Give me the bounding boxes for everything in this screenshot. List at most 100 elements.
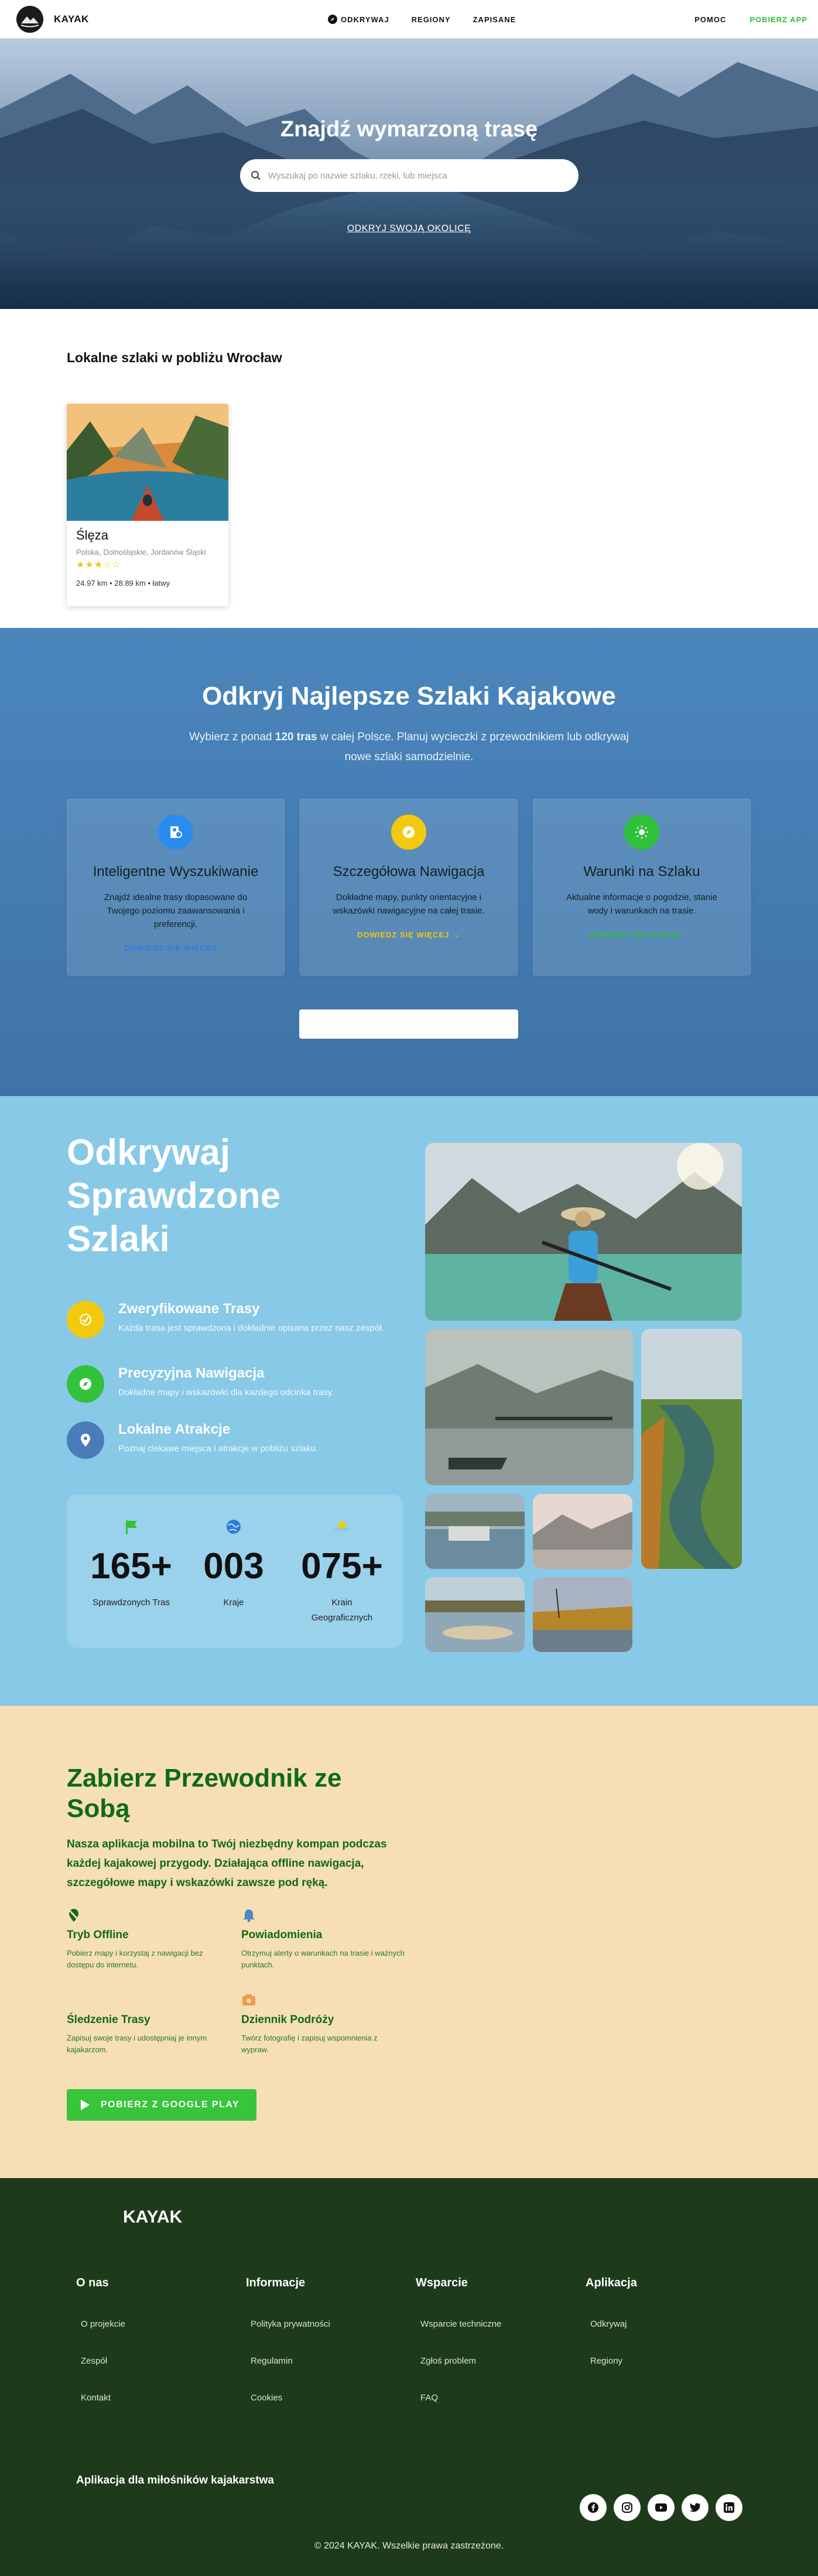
stat-label: Sprawdzonych Tras	[93, 1598, 170, 1608]
compass-icon	[67, 1365, 104, 1403]
photo-autumn-river	[533, 1577, 632, 1652]
trail-stats: 24.97 km • 28.89 km • łatwy	[76, 579, 170, 588]
mountain-sun-icon	[334, 1521, 350, 1530]
footer-heading: Informacje	[246, 2276, 306, 2289]
stat-number: 165	[90, 1546, 151, 1586]
feature-title: Inteligentne Wyszukiwanie	[93, 864, 259, 880]
footer-link[interactable]: Polityka prywatności	[251, 2319, 330, 2329]
feature-desc: Dokładne mapy, punkty orientacyjne i wsk…	[333, 892, 485, 916]
compass-icon	[328, 15, 337, 24]
footer-column-support: Wsparcie Wsparcie techniczne Zgłoś probl…	[416, 2276, 501, 2403]
footer-link[interactable]: Zgłoś problem	[420, 2356, 501, 2366]
location-pin-icon	[67, 1421, 104, 1459]
learn-more-link[interactable]: DOWIEDZ SIĘ WIĘCEJ →	[533, 930, 750, 939]
instagram-icon[interactable]	[614, 2494, 641, 2521]
top-navbar: KAYAK ODKRYWAJ REGIONY ZAPISANE POMOC PO…	[0, 0, 818, 39]
verified-item-desc: Poznaj ciekawe miejsca i atrakcje w pobl…	[118, 1444, 318, 1454]
learn-more-link[interactable]: DOWIEDZ SIĘ WIĘCEJ →	[300, 930, 517, 939]
footer-tagline: Aplikacja dla miłośników kajakarstwa	[76, 2474, 274, 2486]
linkedin-icon[interactable]	[716, 2494, 742, 2521]
nav-regions[interactable]: REGIONY	[412, 15, 451, 24]
hero-title: Znajdź wymarzoną trasę	[280, 117, 538, 142]
offline-icon	[67, 1908, 80, 1922]
app-feature-desc: Twórz fotografię i zapisuj wspomnienia z…	[241, 2034, 378, 2054]
footer-link[interactable]: Kontakt	[81, 2393, 125, 2403]
app-feature: Śledzenie Trasy Zapisuj swoje trasy i ud…	[67, 1993, 231, 2056]
feature-title: Warunki na Szlaku	[583, 864, 700, 880]
logo[interactable]	[16, 5, 43, 33]
app-feature-title: Tryb Offline	[67, 1929, 129, 1941]
globe-icon	[227, 1520, 241, 1534]
verified-trails-section: Odkrywaj Sprawdzone Szlaki Zweryfikowane…	[0, 1096, 818, 1706]
app-feature-title: Śledzenie Trasy	[67, 2014, 150, 2026]
photo-river-rocks	[425, 1577, 525, 1652]
hero-section: Znajdź wymarzoną trasę Wyszukaj po nazwi…	[0, 39, 818, 309]
app-feature-desc: Zapisuj swoje trasy i udostępniaj je inn…	[67, 2034, 207, 2054]
photo-river-aerial	[641, 1329, 742, 1569]
app-feature: Powiadomienia Otrzymuj alerty o warunkac…	[241, 1908, 405, 1971]
footer-column-about: O nas O projekcie Zespół Kontakt	[76, 2276, 125, 2403]
app-feature-title: Powiadomienia	[241, 1929, 323, 1941]
search-bar[interactable]: Wyszukaj po nazwie szlaku, rzeki, lub mi…	[240, 159, 579, 192]
footer-link[interactable]: FAQ	[420, 2393, 501, 2403]
photo-hills-river	[533, 1494, 632, 1569]
nav-get-app[interactable]: POBIERZ APP	[749, 15, 807, 24]
stat-number: 003	[203, 1546, 264, 1586]
nav-saved[interactable]: ZAPISANE	[473, 15, 516, 24]
learn-more-link[interactable]: DOWIEDZ SIĘ WIĘCEJ →	[67, 944, 284, 953]
verified-item-desc: Dokładne mapy i wskazówki dla każdego od…	[118, 1387, 334, 1397]
photo-kayaker-lake	[425, 1143, 742, 1321]
nav-explore[interactable]: ODKRYWAJ	[328, 15, 389, 24]
feature-desc: Znajdź idealne trasy dopasowane do Twoje…	[104, 892, 248, 929]
footer-link[interactable]: Cookies	[251, 2393, 330, 2403]
discover-title: Odkryj Najlepsze Szlaki Kajakowe	[202, 682, 616, 710]
verified-item: Precyzyjna Nawigacja Dokładne mapy i wska…	[67, 1365, 393, 1403]
feature-card-navigation: Szczegółowa Nawigacja Dokładne mapy, pun…	[300, 799, 518, 976]
verified-item-title: Lokalne Atrakcje	[118, 1421, 231, 1437]
stat-label: Krain Geograficznych	[311, 1598, 373, 1623]
mobile-app-section: Zabierz Przewodnik ze Sobą Nasza aplikac…	[0, 1706, 818, 2178]
google-play-button[interactable]: POBIERZ Z GOOGLE PLAY	[67, 2089, 256, 2121]
feature-desc: Aktualne informacje o pogodzie, stanie w…	[566, 892, 717, 916]
search-input[interactable]: Wyszukaj po nazwie szlaku, rzeki, lub mi…	[268, 171, 447, 181]
trail-region: Polska, Dolnośląskie, Jordanów Śląski	[76, 548, 206, 557]
footer-brand[interactable]: KAYAK	[123, 2207, 182, 2227]
compass-icon	[391, 815, 426, 850]
app-title: Zabierz Przewodnik ze Sobą	[67, 1764, 342, 1823]
footer-heading: Aplikacja	[586, 2276, 637, 2289]
cta-button[interactable]	[299, 1009, 518, 1039]
verified-item-desc: Każda trasa jest sprawdzona i dokładnie …	[118, 1323, 384, 1333]
nav-help[interactable]: POMOC	[694, 15, 726, 24]
photo-river-bridge	[425, 1329, 634, 1485]
footer-link[interactable]: Wsparcie techniczne	[420, 2319, 501, 2329]
feature-title: Szczegółowa Nawigacja	[333, 864, 485, 880]
discover-area-link[interactable]: ODKRYJ SWOJĄ OKOLICĘ	[0, 224, 818, 234]
play-icon	[81, 2100, 90, 2110]
facebook-icon[interactable]	[580, 2494, 607, 2521]
footer-link[interactable]: Odkrywaj	[590, 2319, 637, 2329]
app-feature: Dziennik Podróży Twórz fotografię i zapi…	[241, 1993, 405, 2056]
footer-link[interactable]: Regulamin	[251, 2356, 330, 2366]
stat-label: Kraje	[223, 1598, 244, 1608]
youtube-icon[interactable]	[648, 2494, 675, 2521]
camera-icon	[242, 1994, 255, 2005]
sun-icon	[624, 815, 659, 850]
footer-link[interactable]: Zespół	[81, 2356, 125, 2366]
discover-subtitle: Wybierz z ponad 120 tras w całej Polsce.…	[189, 731, 629, 763]
verified-title: Odkrywaj Sprawdzone Szlaki	[67, 1132, 281, 1259]
trail-name: Ślęza	[76, 528, 109, 542]
search-icon	[251, 171, 261, 180]
discover-section: Odkryj Najlepsze Szlaki Kajakowe Wybierz…	[0, 628, 818, 1096]
footer-column-app: Aplikacja Odkrywaj Regiony	[586, 2276, 637, 2366]
app-feature-desc: Otrzymuj alerty o warunkach na trasie i …	[241, 1949, 405, 1969]
twitter-icon[interactable]	[682, 2494, 709, 2521]
verified-item-title: Precyzyjna Nawigacja	[118, 1365, 265, 1381]
app-feature-desc: Pobierz mapy i korzystaj z nawigacji bez…	[67, 1949, 203, 1969]
footer-heading: Wsparcie	[416, 2276, 468, 2289]
feature-card-conditions: Warunki na Szlaku Aktualne informacje o …	[533, 799, 751, 976]
trail-card[interactable]: Ślęza Polska, Dolnośląskie, Jordanów Ślą…	[67, 404, 228, 606]
brand-name[interactable]: KAYAK	[54, 13, 89, 25]
stat-regions: 075+ Krain Geograficznych	[289, 1518, 395, 1626]
footer-link[interactable]: O projekcie	[81, 2319, 125, 2329]
footer-link[interactable]: Regiony	[590, 2356, 637, 2366]
